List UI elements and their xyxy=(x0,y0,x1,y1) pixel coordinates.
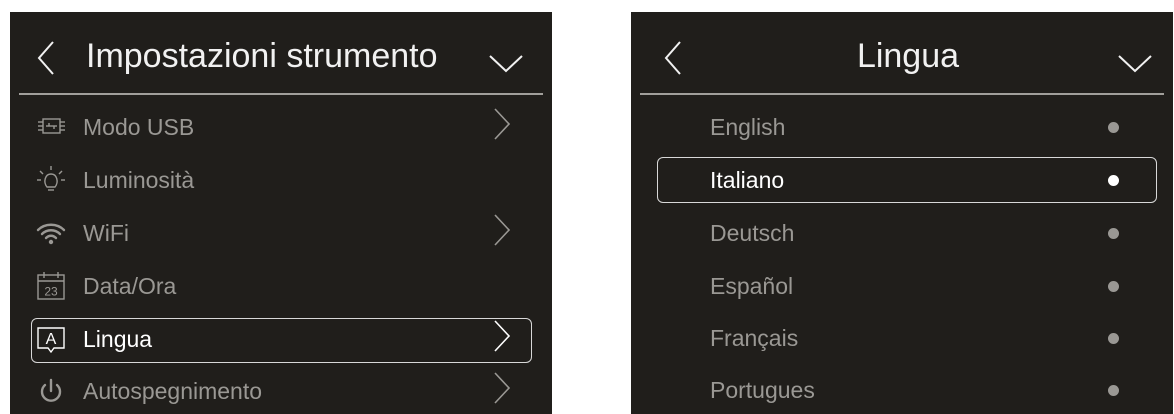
language-option-francais[interactable]: Français xyxy=(631,315,1173,362)
calendar-icon: 23 xyxy=(37,272,65,300)
language-option-label: English xyxy=(710,114,786,140)
language-option-label: Italiano xyxy=(710,167,785,193)
language-option-italiano[interactable]: Italiano xyxy=(631,157,1173,204)
brightness-icon xyxy=(37,166,65,191)
menu-item-brightness[interactable]: Luminosità xyxy=(10,157,552,204)
radio-dot-icon xyxy=(1108,385,1119,396)
menu-item-language[interactable]: A Lingua xyxy=(10,316,552,363)
page-title: Lingua xyxy=(856,37,960,75)
menu-item-usb-mode[interactable]: Modo USB xyxy=(10,104,552,151)
language-header: Lingua xyxy=(631,12,1173,95)
chevron-right-icon xyxy=(494,372,510,404)
svg-text:A: A xyxy=(46,331,57,348)
radio-dot-icon xyxy=(1108,228,1119,239)
menu-item-label: Lingua xyxy=(83,326,153,352)
menu-item-label: Autospegnimento xyxy=(83,378,263,404)
chevron-right-icon xyxy=(494,108,510,140)
menu-item-label: Modo USB xyxy=(83,114,195,140)
radio-dot-icon xyxy=(1108,175,1119,186)
radio-dot-icon xyxy=(1108,122,1119,133)
language-option-portugues[interactable]: Portugues xyxy=(631,367,1173,414)
chevron-down-icon[interactable] xyxy=(488,54,524,74)
language-option-label: Español xyxy=(710,273,794,299)
language-icon: A xyxy=(37,327,65,354)
menu-item-label: Luminosità xyxy=(83,167,195,193)
language-option-label: Portugues xyxy=(710,377,815,403)
svg-text:23: 23 xyxy=(44,285,58,299)
language-option-espanol[interactable]: Español xyxy=(631,263,1173,310)
chevron-down-icon[interactable] xyxy=(1117,54,1153,74)
language-option-english[interactable]: English xyxy=(631,104,1173,151)
language-option-label: Deutsch xyxy=(710,220,795,246)
chevron-right-icon xyxy=(494,320,510,352)
language-option-deutsch[interactable]: Deutsch xyxy=(631,210,1173,257)
radio-dot-icon xyxy=(1108,281,1119,292)
usb-mode-icon xyxy=(38,118,65,134)
menu-item-wifi[interactable]: WiFi xyxy=(10,210,552,257)
wifi-icon xyxy=(36,223,66,245)
header-divider xyxy=(640,93,1164,95)
power-icon xyxy=(40,378,62,402)
language-option-label: Français xyxy=(710,325,799,351)
menu-item-date-time[interactable]: 23 Data/Ora xyxy=(10,263,552,310)
menu-item-label: WiFi xyxy=(83,220,129,246)
menu-item-auto-power-off[interactable]: Autospegnimento xyxy=(10,368,552,414)
page-title: Impostazioni strumento xyxy=(86,37,438,75)
header-divider xyxy=(19,93,543,95)
radio-dot-icon xyxy=(1108,333,1119,344)
settings-header: Impostazioni strumento xyxy=(10,12,552,95)
settings-screen: Impostazioni strumento Modo USB Luminosi… xyxy=(10,12,552,414)
back-chevron-icon[interactable] xyxy=(37,41,55,75)
chevron-right-icon xyxy=(494,214,510,246)
menu-item-label: Data/Ora xyxy=(83,273,177,299)
language-screen: Lingua English Italiano Deutsch Español … xyxy=(631,12,1173,414)
